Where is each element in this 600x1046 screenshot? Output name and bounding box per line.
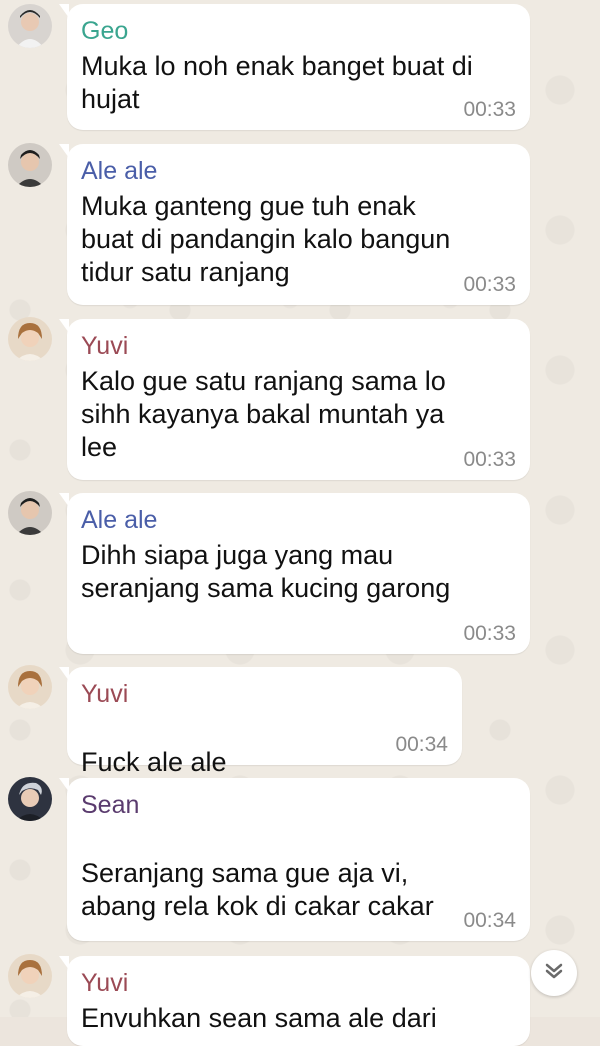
sender-name[interactable]: Geo	[81, 16, 516, 46]
message-time: 00:33	[463, 98, 516, 121]
message-text: Dihh siapa juga yang mau seranjang sama …	[81, 540, 451, 603]
message-text: Kalo gue satu ranjang sama lo sihh kayan…	[81, 366, 446, 462]
message-bubble[interactable]: Yuvi Envuhkan sean sama ale dari	[59, 956, 530, 1046]
message-time: 00:34	[395, 733, 448, 756]
message-bubble[interactable]: Yuvi Fuck ale ale 00:34	[59, 667, 462, 986]
message-text: Seranjang sama gue aja vi, abang rela ko…	[81, 858, 434, 921]
sender-name[interactable]: Ale ale	[81, 505, 516, 535]
avatar[interactable]	[8, 665, 52, 709]
message-bubble[interactable]: Sean Seranjang sama gue aja vi, abang re…	[59, 778, 530, 987]
sender-name[interactable]: Yuvi	[81, 331, 516, 361]
message-text: Muka ganteng gue tuh enak buat di pandan…	[81, 191, 451, 287]
message-text: Muka lo noh enak banget buat di hujat	[81, 51, 473, 114]
avatar[interactable]	[8, 954, 52, 998]
message-text: Fuck ale ale	[81, 747, 227, 777]
sender-name[interactable]: Yuvi	[81, 968, 516, 998]
avatar[interactable]	[8, 491, 52, 535]
message-bubble[interactable]: Ale ale Dihh siapa juga yang mau seranja…	[59, 493, 530, 654]
message-time: 00:33	[463, 622, 516, 645]
sender-name[interactable]: Yuvi	[81, 679, 448, 709]
double-chevron-down-icon	[543, 960, 565, 987]
message-text: Envuhkan sean sama ale dari	[81, 1003, 437, 1033]
message-time: 00:33	[463, 273, 516, 296]
message-time: 00:33	[463, 448, 516, 471]
sender-name[interactable]: Ale ale	[81, 156, 516, 186]
avatar[interactable]	[8, 317, 52, 361]
message-bubble[interactable]: Yuvi Kalo gue satu ranjang sama lo sihh …	[59, 319, 530, 480]
avatar[interactable]	[8, 143, 52, 187]
avatar[interactable]	[8, 777, 52, 821]
scroll-to-bottom-button[interactable]	[531, 950, 577, 996]
sender-name[interactable]: Sean	[81, 790, 516, 820]
message-time: 00:34	[463, 909, 516, 932]
avatar[interactable]	[8, 4, 52, 48]
message-bubble[interactable]: Ale ale Muka ganteng gue tuh enak buat d…	[59, 144, 530, 305]
message-bubble[interactable]: Geo Muka lo noh enak banget buat di huja…	[59, 4, 530, 130]
